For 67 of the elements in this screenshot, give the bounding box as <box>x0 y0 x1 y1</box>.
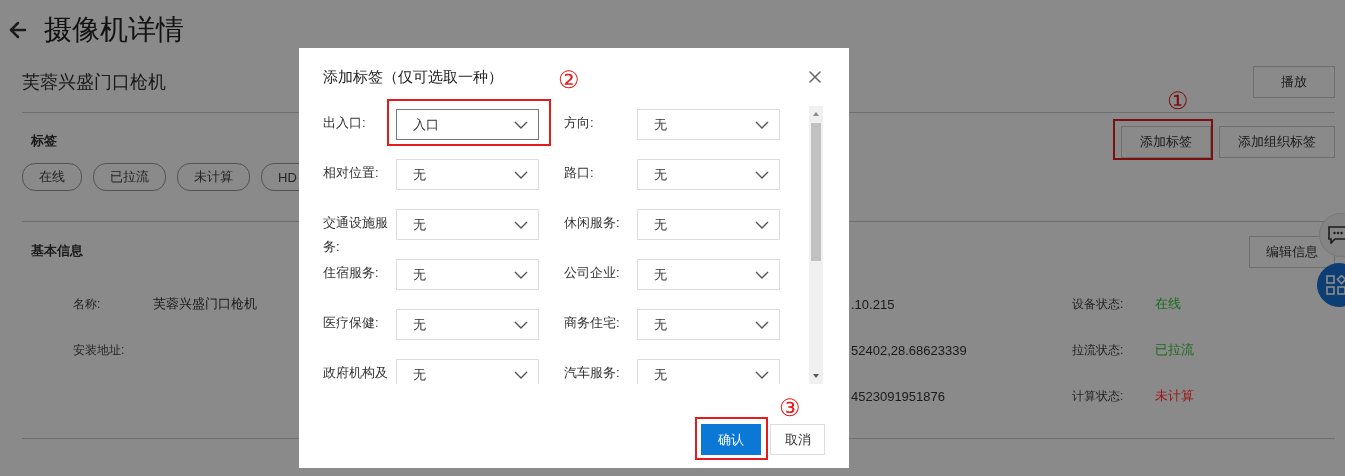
tag-chip: 未计算 <box>177 163 250 191</box>
play-button[interactable]: 播放 <box>1253 66 1335 98</box>
status-label: 计算状态: <box>1072 387 1124 405</box>
grid-icon <box>1326 275 1345 295</box>
field-label: 政府机构及 <box>323 364 389 382</box>
chevron-down-icon <box>514 370 528 379</box>
chevron-down-icon <box>755 320 769 329</box>
camera-name: 芙蓉兴盛门口枪机 <box>22 71 166 94</box>
select-field[interactable]: 无 <box>637 159 780 190</box>
info-value: 芙蓉兴盛门口枪机 <box>153 295 257 313</box>
chevron-down-icon <box>755 120 769 129</box>
status-value: 在线 <box>1155 295 1181 313</box>
chevron-down-icon <box>755 220 769 229</box>
section-title: 基本信息 <box>31 242 83 260</box>
field-label: 商务住宅: <box>563 314 621 332</box>
add-tag-button[interactable]: 添加组织标签 <box>1219 126 1335 158</box>
info-label: 名称: <box>73 295 101 313</box>
chevron-down-icon <box>514 170 528 179</box>
info-value: 4523091951876 <box>851 388 945 404</box>
field-label: 出入口: <box>323 114 367 132</box>
select-field[interactable]: 无 <box>637 109 780 140</box>
field-label: 公司企业: <box>563 264 621 282</box>
field-label: 医疗保健: <box>323 314 380 332</box>
chevron-down-icon <box>755 170 769 179</box>
chat-icon <box>1328 226 1345 244</box>
field-label: 汽车服务: <box>563 364 621 382</box>
select-field[interactable]: 无 <box>396 259 539 290</box>
info-value: 52402,28.68623339 <box>851 342 967 358</box>
status-label: 设备状态: <box>1072 295 1124 313</box>
select-field[interactable]: 无 <box>396 159 539 190</box>
scrollbar[interactable] <box>809 106 823 384</box>
dialog-title: 添加标签（仅可选取一种） <box>323 67 503 87</box>
tag-chip: 在线 <box>22 163 82 191</box>
status-label: 拉流状态: <box>1072 341 1124 359</box>
select-field[interactable]: 无 <box>637 309 780 340</box>
chevron-down-icon <box>755 270 769 279</box>
cancel-button[interactable]: 取消 <box>770 424 825 455</box>
chevron-down-icon <box>514 270 528 279</box>
confirm-button[interactable]: 确认 <box>701 424 761 455</box>
field-label: 方向: <box>563 114 595 132</box>
chevron-down-icon <box>514 220 528 229</box>
field-label: 住宿服务: <box>323 264 380 282</box>
select-field[interactable]: 无 <box>396 359 539 384</box>
page-title: 摄像机详情 <box>44 13 184 47</box>
add-tag-button[interactable]: 添加标签 <box>1121 126 1211 158</box>
field-label: 休闲服务: <box>563 214 621 232</box>
step-number: ① <box>1167 88 1189 114</box>
select-field[interactable]: 无 <box>637 359 780 384</box>
select-field[interactable]: 无 <box>637 209 780 240</box>
section-title: 标签 <box>31 132 57 150</box>
chevron-down-icon <box>514 320 528 329</box>
step-number: ② <box>558 67 580 93</box>
tag-chip: 已拉流 <box>93 163 166 191</box>
field-label: 路口: <box>563 164 595 182</box>
info-label: 安装地址: <box>73 341 125 359</box>
chevron-down-icon <box>514 120 528 129</box>
select-field[interactable]: 无 <box>637 259 780 290</box>
info-value: .10.215 <box>851 296 895 312</box>
select-field[interactable]: 入口 <box>396 109 539 140</box>
status-value: 已拉流 <box>1155 341 1194 359</box>
field-label: 交通设施服务: <box>323 214 389 256</box>
status-value: 未计算 <box>1155 387 1194 405</box>
field-label: 相对位置: <box>323 164 380 182</box>
step-number: ③ <box>779 395 801 421</box>
chevron-down-icon <box>755 370 769 379</box>
select-field[interactable]: 无 <box>396 209 539 240</box>
select-field[interactable]: 无 <box>396 309 539 340</box>
